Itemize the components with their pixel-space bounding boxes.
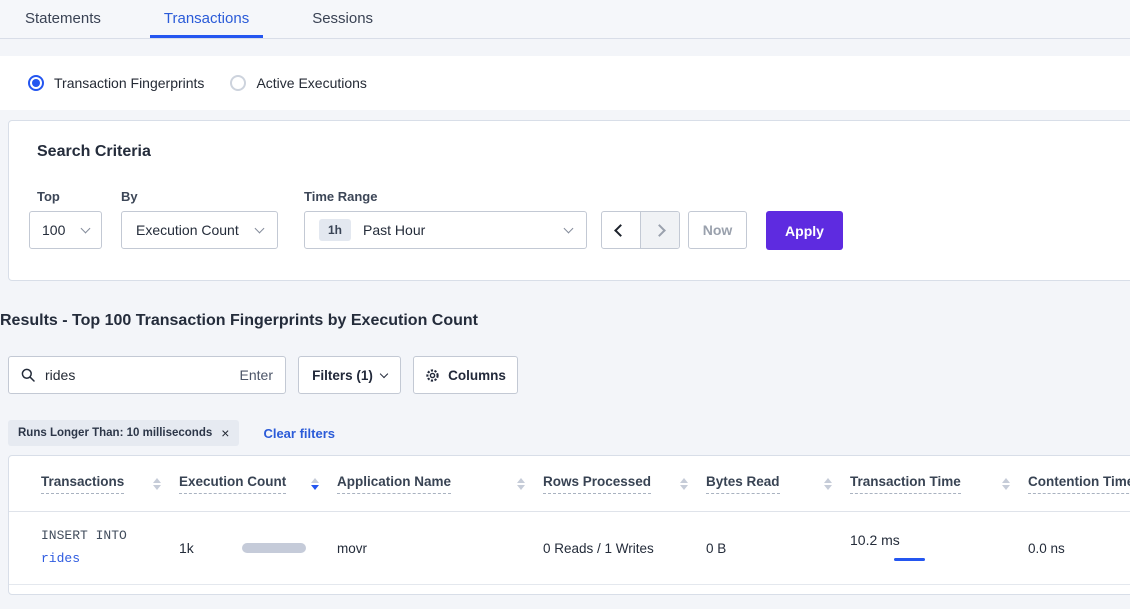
filters-button-label: Filters (1) xyxy=(312,368,373,383)
remove-filter-icon[interactable]: × xyxy=(221,426,229,440)
now-button[interactable]: Now xyxy=(688,211,747,249)
column-label: Execution Count xyxy=(179,474,286,494)
radio-active-executions[interactable]: Active Executions xyxy=(230,75,367,91)
filter-chip-row: Runs Longer Than: 10 milliseconds × Clea… xyxy=(8,420,335,446)
radio-transaction-fingerprints[interactable]: Transaction Fingerprints xyxy=(28,75,204,91)
tab-sessions[interactable]: Sessions xyxy=(298,0,387,38)
tab-statements[interactable]: Statements xyxy=(11,0,115,38)
execution-count-value: 1k xyxy=(179,540,194,556)
time-range-badge: 1h xyxy=(319,219,351,241)
chevron-down-icon xyxy=(380,369,388,377)
time-prev-button[interactable] xyxy=(602,212,641,248)
table-header-row: Transactions Execution Count Application… xyxy=(9,456,1130,512)
transaction-link[interactable]: rides xyxy=(41,548,179,571)
column-header-rows-processed[interactable]: Rows Processed xyxy=(543,474,706,494)
column-header-application-name[interactable]: Application Name xyxy=(337,474,543,494)
column-label: Contention Time xyxy=(1028,474,1130,494)
time-range-value: Past Hour xyxy=(363,222,425,238)
time-range-select[interactable]: 1h Past Hour xyxy=(304,211,587,249)
results-heading: Results - Top 100 Transaction Fingerprin… xyxy=(0,312,478,330)
column-label: Rows Processed xyxy=(543,474,651,494)
contention-time-cell: 0.0 ns xyxy=(1028,541,1130,556)
gear-icon xyxy=(425,368,440,383)
transaction-time-cell: 10.2 ms xyxy=(850,532,1028,564)
top-select[interactable]: 100 xyxy=(29,211,102,249)
radio-label: Active Executions xyxy=(256,75,367,91)
chevron-down-icon xyxy=(255,224,265,234)
column-header-transactions[interactable]: Transactions xyxy=(41,474,179,494)
chevron-right-icon xyxy=(653,224,666,237)
column-label: Transactions xyxy=(41,474,124,494)
columns-button[interactable]: Columns xyxy=(413,356,518,394)
sort-desc-active-icon[interactable] xyxy=(311,478,319,490)
column-header-contention-time[interactable]: Contention Time xyxy=(1028,474,1130,494)
search-enter-hint: Enter xyxy=(240,367,273,383)
sort-icon[interactable] xyxy=(1002,478,1010,490)
search-box[interactable]: Enter xyxy=(8,356,286,394)
column-label: Transaction Time xyxy=(850,474,961,494)
column-header-transaction-time[interactable]: Transaction Time xyxy=(850,474,1028,494)
transaction-time-value: 10.2 ms xyxy=(850,532,1028,548)
execution-count-cell: 1k xyxy=(179,540,337,556)
filter-chip-label: Runs Longer Than: 10 milliseconds xyxy=(18,427,212,439)
transaction-fingerprint-cell: INSERT INTO rides xyxy=(41,525,179,571)
page-tabs: Statements Transactions Sessions xyxy=(0,0,1130,39)
sort-icon[interactable] xyxy=(517,478,525,490)
search-criteria-title: Search Criteria xyxy=(37,143,151,161)
by-select-value: Execution Count xyxy=(136,222,239,238)
apply-button[interactable]: Apply xyxy=(766,211,843,250)
column-label: Application Name xyxy=(337,474,451,494)
chevron-down-icon xyxy=(564,224,574,234)
column-header-execution-count[interactable]: Execution Count xyxy=(179,474,337,494)
top-select-value: 100 xyxy=(42,222,65,238)
results-table: Transactions Execution Count Application… xyxy=(8,455,1130,595)
execution-count-bar xyxy=(242,543,306,553)
transaction-time-bar xyxy=(850,554,910,564)
tab-transactions[interactable]: Transactions xyxy=(150,0,263,38)
sql-statement-text: INSERT INTO xyxy=(41,525,179,548)
filter-chip: Runs Longer Than: 10 milliseconds × xyxy=(8,420,239,446)
rows-processed-cell: 0 Reads / 1 Writes xyxy=(543,541,706,556)
columns-button-label: Columns xyxy=(448,368,506,383)
radio-selected-icon xyxy=(28,75,44,91)
time-range-label: Time Range xyxy=(304,189,377,204)
filters-button[interactable]: Filters (1) xyxy=(298,356,401,394)
chevron-down-icon xyxy=(81,224,91,234)
by-label: By xyxy=(121,189,138,204)
search-criteria-card: Search Criteria Top By Time Range 100 Ex… xyxy=(8,120,1130,281)
column-header-bytes-read[interactable]: Bytes Read xyxy=(706,474,850,494)
sort-icon[interactable] xyxy=(824,478,832,490)
chevron-left-icon xyxy=(614,224,627,237)
sort-icon[interactable] xyxy=(680,478,688,490)
clear-filters-link[interactable]: Clear filters xyxy=(263,426,335,441)
time-nav-group xyxy=(601,211,680,249)
radio-unselected-icon xyxy=(230,75,246,91)
search-input[interactable] xyxy=(45,367,230,383)
time-next-button[interactable] xyxy=(641,212,680,248)
radio-label: Transaction Fingerprints xyxy=(54,75,204,91)
search-icon xyxy=(21,368,35,382)
by-select[interactable]: Execution Count xyxy=(121,211,278,249)
bytes-read-cell: 0 B xyxy=(706,541,850,556)
results-toolbar: Enter Filters (1) Columns xyxy=(8,356,1130,394)
application-name-cell: movr xyxy=(337,541,543,556)
now-button-label: Now xyxy=(703,222,733,238)
top-label: Top xyxy=(37,189,60,204)
column-label: Bytes Read xyxy=(706,474,780,494)
table-row: INSERT INTO rides 1k movr 0 Reads / 1 Wr… xyxy=(9,512,1130,585)
sort-icon[interactable] xyxy=(153,478,161,490)
view-toggle: Transaction Fingerprints Active Executio… xyxy=(0,56,1130,110)
transaction-time-stddev-line xyxy=(894,558,925,561)
